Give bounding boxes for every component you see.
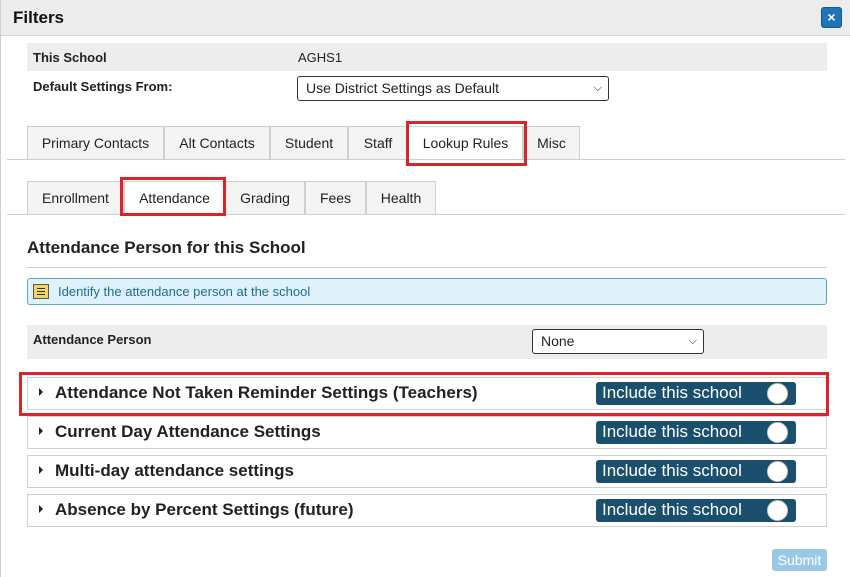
tab-label: Student (284, 135, 334, 151)
tab-misc[interactable]: Misc (523, 126, 580, 159)
main-tabs-divider (7, 159, 845, 160)
tab-label: Health (380, 190, 422, 206)
tab-enrollment[interactable]: Enrollment (27, 181, 124, 214)
close-button[interactable]: × (821, 7, 842, 28)
accordion-absence-percent[interactable]: Absence by Percent Settings (future) Inc… (27, 494, 827, 527)
default-settings-label: Default Settings From: (33, 79, 173, 94)
tab-label: Primary Contacts (41, 135, 150, 151)
tab-label: Misc (537, 135, 566, 151)
toggle-label: Include this school (602, 383, 742, 402)
accordion-title: Absence by Percent Settings (future) (55, 500, 354, 519)
close-icon: × (827, 9, 836, 25)
tab-staff[interactable]: Staff (348, 126, 408, 159)
tab-alt-contacts[interactable]: Alt Contacts (164, 126, 270, 159)
notepad-icon (33, 284, 49, 299)
school-label: This School (33, 50, 107, 65)
toggle-label: Include this school (602, 422, 742, 441)
tab-label: Lookup Rules (422, 135, 509, 151)
school-row: This School AGHS1 (27, 43, 827, 71)
accordion-title: Current Day Attendance Settings (55, 422, 321, 441)
caret-right-icon (39, 427, 43, 435)
include-school-toggle[interactable]: Include this school (596, 382, 796, 405)
caret-right-icon (39, 466, 43, 474)
include-school-toggle[interactable]: Include this school (596, 499, 796, 522)
caret-right-icon (39, 388, 43, 396)
toggle-knob (767, 383, 788, 404)
dialog-title-bar: Filters × (1, 0, 850, 36)
tab-label: Staff (363, 135, 393, 151)
dialog-title: Filters (13, 8, 65, 27)
default-settings-row: Default Settings From: Use District Sett… (27, 73, 827, 107)
tab-primary-contacts[interactable]: Primary Contacts (27, 126, 164, 159)
tab-label: Attendance (139, 190, 210, 206)
tab-health[interactable]: Health (366, 181, 436, 214)
tab-label: Enrollment (42, 190, 109, 206)
accordion-title: Multi-day attendance settings (55, 461, 294, 480)
toggle-label: Include this school (602, 500, 742, 519)
school-value: AGHS1 (298, 50, 343, 65)
toggle-label: Include this school (602, 461, 742, 480)
notice-text: Identify the attendance person at the sc… (58, 284, 311, 299)
info-notice: Identify the attendance person at the sc… (27, 278, 827, 305)
tab-student[interactable]: Student (270, 126, 348, 159)
caret-right-icon (39, 505, 43, 513)
submit-button[interactable]: Submit (772, 549, 827, 571)
accordion-current-day[interactable]: Current Day Attendance Settings Include … (27, 416, 827, 449)
attendance-person-value: None (541, 333, 575, 349)
attendance-person-label: Attendance Person (33, 332, 152, 347)
accordion-title: Attendance Not Taken Reminder Settings (… (55, 383, 478, 402)
chevron-down-icon: ⌵ (593, 82, 602, 94)
default-settings-value: Use District Settings as Default (306, 80, 499, 96)
tab-lookup-rules[interactable]: Lookup Rules (408, 126, 523, 160)
section-divider (27, 267, 827, 268)
section-title: Attendance Person for this School (27, 238, 306, 257)
chevron-down-icon: ⌵ (688, 335, 697, 347)
toggle-knob (767, 422, 788, 443)
default-settings-select[interactable]: Use District Settings as Default ⌵ (297, 76, 609, 101)
include-school-toggle[interactable]: Include this school (596, 421, 796, 444)
tab-grading[interactable]: Grading (225, 181, 305, 214)
include-school-toggle[interactable]: Include this school (596, 460, 796, 483)
toggle-knob (767, 500, 788, 521)
tab-label: Grading (240, 190, 290, 206)
toggle-knob (767, 461, 788, 482)
accordion-multi-day[interactable]: Multi-day attendance settings Include th… (27, 455, 827, 488)
filters-dialog: Filters × This School AGHS1 Default Sett… (0, 0, 850, 577)
accordion-attendance-not-taken[interactable]: Attendance Not Taken Reminder Settings (… (27, 377, 827, 410)
tab-fees[interactable]: Fees (305, 181, 366, 214)
tab-label: Fees (319, 190, 352, 206)
attendance-person-row: Attendance Person None ⌵ (27, 325, 827, 359)
sub-tabs-divider (7, 214, 845, 215)
attendance-person-select[interactable]: None ⌵ (532, 329, 704, 354)
tab-label: Alt Contacts (179, 135, 255, 151)
tab-attendance[interactable]: Attendance (124, 181, 225, 215)
